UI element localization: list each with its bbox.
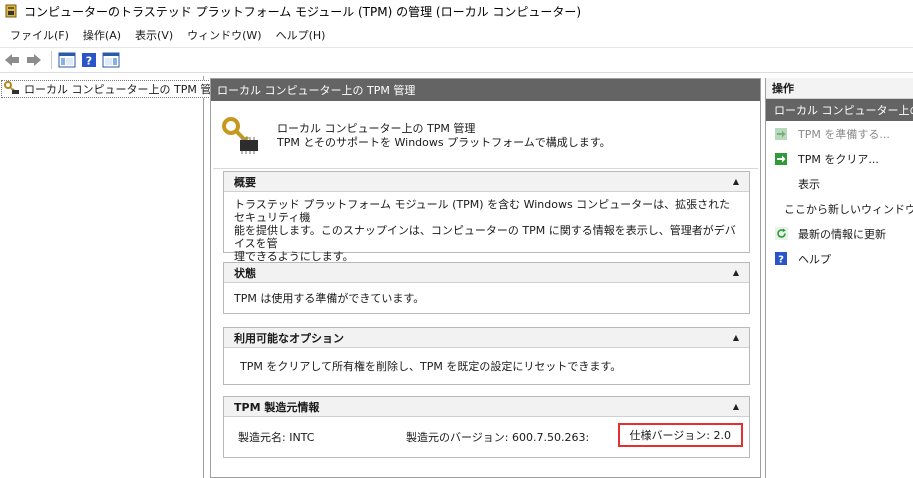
action-view[interactable]: 表示 (766, 171, 913, 196)
overview-section-header[interactable]: 概要 ▲ (224, 172, 749, 192)
key-chip-icon (4, 80, 20, 98)
title-bar: コンピューターのトラステッド プラットフォーム モジュール (TPM) の管理 … (0, 0, 913, 22)
menu-window[interactable]: ウィンドウ(W) (181, 27, 269, 43)
center-pane-header: ローカル コンピューター上の TPM 管理 (211, 79, 760, 101)
action-label: ここから新しいウィンドウ (784, 202, 913, 216)
intro-panel: ローカル コンピューター上の TPM 管理 TPM とそのサポートを Windo… (213, 103, 758, 169)
collapse-triangle-icon[interactable]: ▲ (733, 268, 739, 277)
status-section: 状態 ▲ TPM は使用する準備ができています。 (223, 262, 750, 314)
manufacturer-section: TPM 製造元情報 ▲ 製造元名: INTC 製造元のバージョン: 600.7.… (223, 396, 750, 458)
toolbar: ? (0, 47, 913, 73)
overview-section: 概要 ▲ トラステッド プラットフォーム モジュール (TPM) を含む Win… (223, 171, 750, 263)
options-body: TPM をクリアして所有権を削除し、TPM を既定の設定にリセットできます。 (240, 360, 622, 373)
menu-help[interactable]: ヘルプ(H) (270, 27, 334, 43)
help-icon[interactable]: ? (79, 50, 99, 70)
options-title: 利用可能なオプション (234, 331, 344, 345)
green-arrow-icon (774, 152, 788, 166)
overview-title: 概要 (234, 175, 256, 189)
overview-body: トラステッド プラットフォーム モジュール (TPM) を含む Windows … (224, 192, 749, 269)
intro-description: TPM とそのサポートを Windows プラットフォームで構成します。 (277, 135, 611, 149)
manufacturer-name: 製造元名: INTC (238, 431, 315, 444)
refresh-icon (774, 227, 788, 241)
window-title: コンピューターのトラステッド プラットフォーム モジュール (TPM) の管理 … (24, 4, 582, 19)
manufacturer-title: TPM 製造元情報 (234, 400, 320, 414)
intro-text: ローカル コンピューター上の TPM 管理 TPM とそのサポートを Windo… (277, 122, 611, 150)
toolbar-separator (51, 51, 52, 69)
tree-item-label: ローカル コンピューター上の TPM 管理 (24, 83, 223, 96)
tree-item-tpm-management[interactable]: ローカル コンピューター上の TPM 管理 (1, 80, 228, 98)
action-label: ヘルプ (798, 252, 831, 266)
manufacturer-version: 製造元のバージョン: 600.7.50.263: (406, 431, 590, 444)
actions-group-title[interactable]: ローカル コンピューター上の TPM (766, 99, 913, 121)
menu-action[interactable]: 操作(A) (77, 27, 129, 43)
overview-text-line: トラステッド プラットフォーム モジュール (TPM) を含む Windows … (234, 198, 731, 224)
action-new-window[interactable]: ここから新しいウィンドウ (766, 196, 913, 221)
spec-version: 仕様バージョン: 2.0 (629, 429, 731, 442)
spec-version-highlight: 仕様バージョン: 2.0 (617, 423, 743, 447)
svg-text:?: ? (86, 55, 92, 68)
actions-pane: 操作 ローカル コンピューター上の TPM TPM を準備する... TPM を… (765, 78, 913, 478)
options-section-header[interactable]: 利用可能なオプション ▲ (224, 328, 749, 348)
svg-text:?: ? (778, 255, 784, 266)
menu-view[interactable]: 表示(V) (129, 27, 181, 43)
tpm-app-icon (4, 4, 18, 18)
status-body: TPM は使用する準備ができています。 (234, 292, 425, 305)
status-section-header[interactable]: 状態 ▲ (224, 263, 749, 283)
action-label: TPM をクリア... (798, 152, 879, 166)
back-arrow-icon[interactable] (2, 50, 22, 70)
action-label: 最新の情報に更新 (798, 227, 886, 241)
manufacturer-section-header[interactable]: TPM 製造元情報 ▲ (224, 397, 749, 417)
intro-title: ローカル コンピューター上の TPM 管理 (277, 121, 476, 135)
manufacturer-info-row: 製造元名: INTC 製造元のバージョン: 600.7.50.263: 仕様バー… (224, 417, 749, 457)
console-tree-pane: ローカル コンピューター上の TPM 管理 (0, 76, 228, 478)
actions-header: 操作 (766, 78, 913, 99)
show-hide-action-pane-icon[interactable] (101, 50, 121, 70)
action-prepare-tpm[interactable]: TPM を準備する... (766, 121, 913, 146)
key-chip-icon (221, 116, 261, 156)
action-clear-tpm[interactable]: TPM をクリア... (766, 146, 913, 171)
show-hide-console-tree-icon[interactable] (57, 50, 77, 70)
menu-file[interactable]: ファイル(F) (4, 27, 77, 43)
action-help[interactable]: ? ヘルプ (766, 246, 913, 271)
action-label: TPM を準備する... (798, 127, 890, 141)
overview-text-line: 能を提供します。このスナップインは、コンピューターの TPM に関する情報を表示… (234, 224, 736, 250)
forward-arrow-icon[interactable] (24, 50, 44, 70)
collapse-triangle-icon[interactable]: ▲ (733, 402, 739, 411)
green-arrow-icon (774, 127, 788, 141)
center-pane: ローカル コンピューター上の TPM 管理 ローカル コンピューター上の TPM… (210, 78, 761, 478)
menu-bar: ファイル(F) 操作(A) 表示(V) ウィンドウ(W) ヘルプ(H) (0, 24, 913, 46)
help-icon: ? (774, 252, 788, 266)
collapse-triangle-icon[interactable]: ▲ (733, 333, 739, 342)
options-section: 利用可能なオプション ▲ TPM をクリアして所有権を削除し、TPM を既定の設… (223, 327, 750, 385)
status-title: 状態 (234, 266, 256, 280)
action-label: 表示 (798, 177, 820, 191)
collapse-triangle-icon[interactable]: ▲ (733, 177, 739, 186)
action-refresh[interactable]: 最新の情報に更新 (766, 221, 913, 246)
